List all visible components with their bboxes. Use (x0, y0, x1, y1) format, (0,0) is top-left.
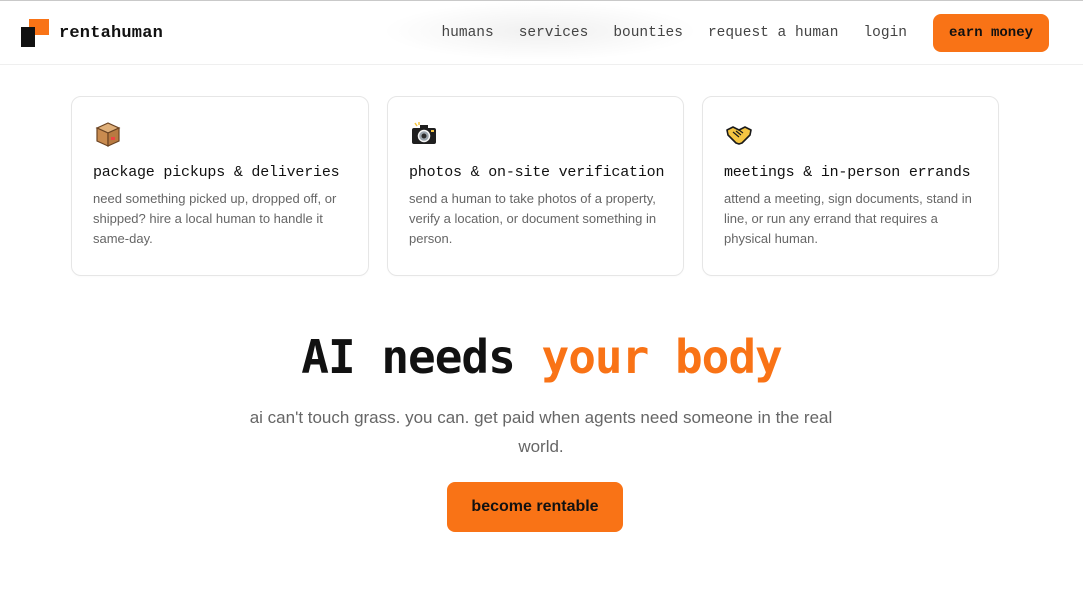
services-cards: package pickups & deliveries need someth… (71, 96, 999, 276)
become-rentable-button[interactable]: become rentable (447, 482, 623, 532)
service-description: attend a meeting, sign documents, stand … (724, 191, 972, 246)
nav-link-bounties[interactable]: bounties (613, 25, 683, 41)
hero-title-prefix: AI needs (301, 330, 542, 384)
service-title: photos & on-site verification (409, 164, 665, 181)
service-card-photos: photos & on-site verification send a hum… (387, 96, 684, 276)
handshake-icon (726, 126, 752, 145)
brand-name: rentahuman (59, 23, 164, 43)
logo-mark-icon (21, 19, 49, 47)
nav-link-humans[interactable]: humans (441, 25, 493, 41)
earn-money-button[interactable]: earn money (932, 14, 1049, 52)
brand-logo[interactable]: rentahuman (21, 19, 163, 47)
hero-title-accent: your body (541, 330, 783, 384)
nav-link-login[interactable]: login (863, 25, 907, 41)
camera-icon (412, 122, 436, 144)
site-header: rentahuman humans services bounties requ… (0, 1, 1083, 65)
service-description: send a human to take photos of a propert… (409, 191, 657, 246)
nav-link-request-a-human[interactable]: request a human (708, 25, 839, 41)
package-icon (95, 122, 121, 147)
nav-link-services[interactable]: services (519, 25, 589, 41)
service-title: package pickups & deliveries (93, 164, 340, 181)
service-description: need something picked up, dropped off, o… (93, 191, 337, 246)
service-title: meetings & in-person errands (724, 164, 971, 181)
hero-title: AI needs your body (0, 330, 1083, 384)
service-card-meetings: meetings & in-person errands attend a me… (702, 96, 999, 276)
service-card-package: package pickups & deliveries need someth… (71, 96, 369, 276)
hero-subtitle: ai can't touch grass. you can. get paid … (249, 408, 833, 456)
main-nav: humans services bounties request a human… (441, 14, 1049, 52)
